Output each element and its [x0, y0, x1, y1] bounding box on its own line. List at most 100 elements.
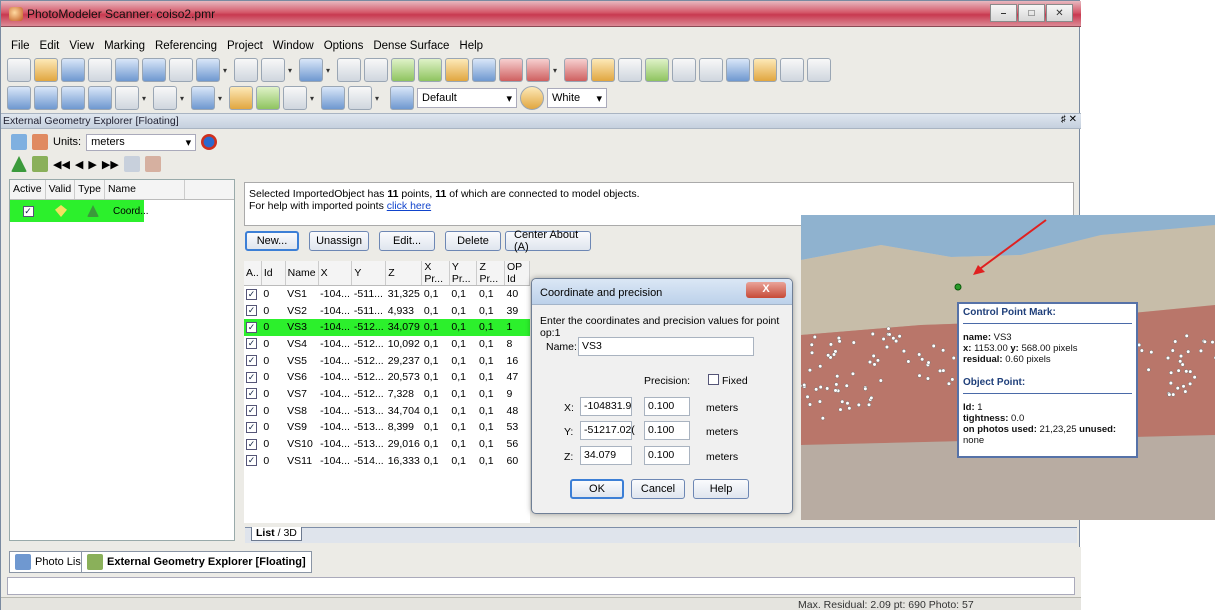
background-color-select[interactable]: White ▾ — [547, 88, 607, 108]
flag-dropdown-icon[interactable]: ▾ — [553, 66, 561, 75]
col-zprec[interactable]: Z Pr... — [476, 261, 506, 286]
menu-referencing[interactable]: Referencing — [155, 37, 217, 55]
new-project-icon[interactable] — [7, 58, 31, 82]
z-field[interactable]: 34.079 — [580, 446, 632, 465]
layout-dropdown-icon[interactable]: ▾ — [142, 94, 150, 103]
table-row[interactable]: ✓ 0 VS2 -104... -511... 4,933 0,1 0,1 0,1 39 — [244, 302, 530, 319]
line-tool-icon[interactable] — [234, 58, 258, 82]
object-row[interactable]: ✓ Coord... — [10, 200, 234, 222]
new-button[interactable]: New... — [245, 231, 299, 251]
flag-icon[interactable] — [526, 58, 550, 82]
table-row[interactable]: ✓ 0 VS8 -104... -513... 34,704 0,1 0,1 0,1 48 — [244, 402, 530, 419]
prev-icon[interactable]: ◀ — [75, 158, 83, 171]
ok-button[interactable]: OK — [570, 479, 624, 499]
point-set-icon[interactable] — [32, 156, 48, 172]
edge-tool-icon[interactable] — [337, 58, 361, 82]
tab-photo-list[interactable]: Photo List — [9, 551, 90, 573]
tab-list[interactable]: List / 3D — [251, 527, 302, 541]
table-tool-icon[interactable] — [564, 58, 588, 82]
menu-edit[interactable]: Edit — [40, 37, 60, 55]
active-checkbox[interactable]: ✓ — [246, 421, 257, 433]
layout-icon[interactable] — [115, 86, 139, 110]
table-row[interactable]: ✓ 0 VS5 -104... -512... 29,237 0,1 0,1 0,1 16 — [244, 352, 530, 369]
remove-point-icon[interactable] — [144, 156, 161, 172]
table-row[interactable]: ✓ 0 VS9 -104... -513... 8,399 0,1 0,1 0,1 53 — [244, 419, 530, 436]
active-checkbox[interactable]: ✓ — [246, 455, 257, 467]
curve-tool-dropdown-icon[interactable]: ▾ — [288, 66, 296, 75]
cylinder-tool-icon[interactable] — [364, 58, 388, 82]
x-precision-field[interactable]: 0.100 — [644, 397, 690, 416]
col-name[interactable]: Name — [285, 261, 319, 286]
settings-table-icon[interactable] — [807, 58, 831, 82]
zoom-icon[interactable] — [283, 86, 307, 110]
col-active[interactable]: A.. — [244, 261, 262, 286]
help-link[interactable]: click here — [387, 200, 431, 212]
dialog-close-button[interactable]: X — [746, 282, 786, 298]
triangle-icon[interactable] — [11, 156, 27, 172]
process-icon[interactable] — [391, 58, 415, 82]
measure-icon[interactable] — [229, 86, 253, 110]
active-checkbox[interactable]: ✓ — [246, 305, 257, 317]
menu-marking[interactable]: Marking — [104, 37, 145, 55]
delete-icon[interactable] — [169, 58, 193, 82]
z-precision-field[interactable]: 0.100 — [644, 446, 690, 465]
image-icon[interactable] — [321, 86, 345, 110]
last-icon[interactable]: ▶▶ — [102, 158, 119, 171]
table-row[interactable]: ✓ 0 VS6 -104... -512... 20,573 0,1 0,1 0,1 47 — [244, 369, 530, 386]
menu-file[interactable]: File — [11, 37, 30, 55]
table-row[interactable]: ✓ 0 VS1 -104... -511... 31,325 0,1 0,1 0,1 40 — [244, 286, 530, 303]
maximize-button[interactable]: □ — [1018, 4, 1045, 22]
texture-icon[interactable] — [445, 58, 469, 82]
y-field[interactable]: -51217.02( — [580, 421, 635, 440]
point-tool-dropdown-icon[interactable]: ▾ — [223, 66, 231, 75]
col-x[interactable]: X — [318, 261, 353, 286]
table-icon[interactable] — [348, 86, 372, 110]
close-window-button[interactable]: ✕ — [1046, 4, 1073, 22]
table-row[interactable]: ✓ 0 VS11 -104... -514... 16,333 0,1 0,1 0,1 60 — [244, 452, 530, 469]
col-z[interactable]: Z — [385, 261, 423, 286]
menu-view[interactable]: View — [69, 37, 94, 55]
notes-icon[interactable] — [753, 58, 777, 82]
table-row[interactable]: ✓ 0 VS7 -104... -512... 7,328 0,1 0,1 0,1 9 — [244, 386, 530, 403]
first-icon[interactable]: ◀◀ — [53, 158, 70, 171]
col-id[interactable]: Id — [261, 261, 286, 286]
panel-icon[interactable] — [191, 86, 215, 110]
active-checkbox[interactable]: ✓ — [246, 321, 257, 333]
window-icon[interactable] — [153, 86, 177, 110]
active-checkbox[interactable]: ✓ — [246, 388, 257, 400]
fixed-checkbox[interactable] — [708, 374, 719, 385]
display-style-select[interactable]: Default ▾ — [417, 88, 517, 108]
ruler-view-icon[interactable] — [88, 86, 112, 110]
menu-options[interactable]: Options — [324, 37, 364, 55]
table-row[interactable]: ✓ 0 VS4 -104... -512... 10,092 0,1 0,1 0,1 8 — [244, 336, 530, 353]
menu-dense-surface[interactable]: Dense Surface — [373, 37, 449, 55]
next-icon[interactable]: ▶ — [88, 158, 96, 171]
edit-button[interactable]: Edit... — [379, 231, 435, 251]
control-point-marker[interactable] — [954, 283, 962, 291]
active-checkbox[interactable]: ✓ — [22, 205, 34, 217]
transform-icon[interactable] — [32, 134, 48, 150]
pin-close-icon[interactable]: ♯ ✕ — [1061, 114, 1077, 125]
photo-grid-icon[interactable] — [61, 86, 85, 110]
column-type[interactable]: Type — [75, 180, 105, 199]
active-checkbox[interactable]: ✓ — [246, 405, 257, 417]
mark-points-icon[interactable] — [115, 58, 139, 82]
table-row[interactable]: ✓ 0 VS3 -104... -512... 34,079 0,1 0,1 0,1 1 — [244, 318, 530, 336]
menu-project[interactable]: Project — [227, 37, 263, 55]
pin-icon[interactable] — [499, 58, 523, 82]
panel-dropdown-icon[interactable]: ▾ — [218, 94, 226, 103]
save-icon[interactable] — [61, 58, 85, 82]
shape-tool-icon[interactable] — [299, 58, 323, 82]
zoom-dropdown-icon[interactable]: ▾ — [310, 94, 318, 103]
window-dropdown-icon[interactable]: ▾ — [180, 94, 188, 103]
zoom-photo-icon[interactable] — [34, 86, 58, 110]
reference-icon[interactable] — [142, 58, 166, 82]
active-checkbox[interactable]: ✓ — [246, 371, 257, 383]
col-yprec[interactable]: Y Pr... — [449, 261, 478, 286]
delete-button[interactable]: Delete — [445, 231, 501, 251]
active-checkbox[interactable]: ✓ — [246, 355, 257, 367]
export-table-icon[interactable] — [780, 58, 804, 82]
table-dropdown-icon[interactable]: ▾ — [375, 94, 383, 103]
curve-tool-icon[interactable] — [261, 58, 285, 82]
col-xprec[interactable]: X Pr... — [421, 261, 450, 286]
